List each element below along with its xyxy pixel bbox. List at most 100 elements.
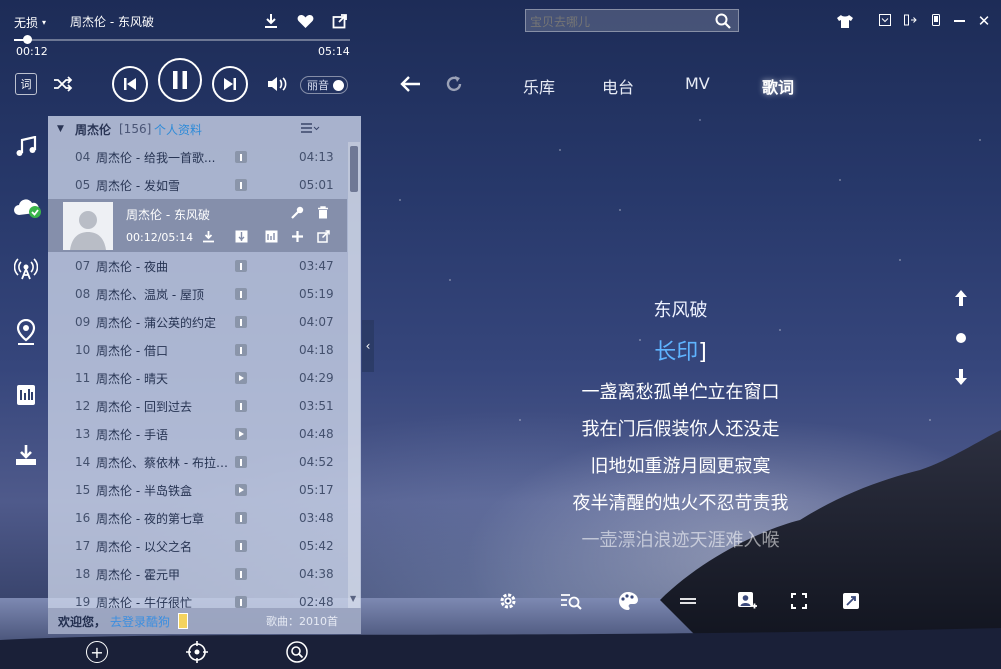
lyric-line-5: 一壶漂泊浪迹天涯难入喉	[581, 530, 780, 551]
track-number: 04	[75, 150, 91, 164]
shuffle-icon[interactable]	[52, 75, 74, 93]
track-mv-download-icon[interactable]	[235, 260, 247, 272]
user-level-icon	[178, 613, 188, 629]
track-mv-download-icon[interactable]	[235, 568, 247, 580]
next-track-button[interactable]	[212, 66, 248, 102]
tab-mv[interactable]: MV	[685, 74, 710, 93]
track-title: 周杰伦 - 给我一首歌...	[96, 150, 216, 165]
lyric-color-palette-icon[interactable]	[615, 588, 641, 614]
track-mv-icon[interactable]	[234, 229, 248, 243]
scrollbar-thumb[interactable]	[350, 146, 358, 192]
playlist-status[interactable]: 个人资料	[154, 121, 202, 138]
track-number: 14	[75, 455, 91, 469]
sidebar-location-pin-icon[interactable]	[12, 318, 40, 346]
track-number: 09	[75, 315, 91, 329]
track-download-icon[interactable]	[201, 229, 215, 243]
lyric-fullscreen-icon[interactable]	[786, 588, 812, 614]
track-number: 19	[75, 595, 91, 609]
search-input[interactable]	[528, 11, 712, 32]
collapse-triangle-icon[interactable]: ▼	[57, 124, 64, 134]
lyric-offset-up-icon[interactable]	[952, 288, 970, 308]
playlist-options-icon[interactable]	[300, 122, 320, 136]
lyric-line-2: 我在门后假装你人还没走	[581, 419, 780, 440]
lyric-desktop-mode-icon[interactable]	[838, 588, 864, 614]
track-number: 10	[75, 343, 91, 357]
track-row[interactable]: 05 周杰伦 - 发如雪 05:01	[48, 171, 360, 199]
tab-radio[interactable]: 电台	[602, 74, 634, 98]
playlist-count: [156]	[119, 122, 152, 136]
search-icon[interactable]	[714, 12, 732, 30]
ambient-sound-toggle[interactable]: 丽音	[300, 76, 348, 94]
add-plus-icon[interactable]	[290, 229, 304, 243]
skin-tshirt-icon[interactable]	[836, 13, 854, 29]
track-title: 周杰伦 - 霍元甲	[96, 567, 180, 582]
lyric-portrait-icon[interactable]	[734, 588, 760, 614]
sidebar-karaoke-icon[interactable]	[12, 381, 40, 409]
sidebar-music-note-icon[interactable]	[12, 133, 40, 161]
favorite-heart-icon[interactable]	[296, 12, 314, 30]
add-playlist-icon[interactable]: +	[86, 641, 108, 663]
sidebar-radio-broadcast-icon[interactable]	[12, 255, 40, 283]
microphone-icon[interactable]	[290, 205, 304, 219]
sidebar-cloud-sync-icon[interactable]	[12, 194, 44, 222]
current-track-time: 00:12/05:14	[126, 231, 194, 244]
lyrics-toggle-button[interactable]: 词	[15, 73, 37, 95]
track-row[interactable]: 19 周杰伦 - 牛仔很忙 02:48	[48, 588, 360, 609]
progress-track[interactable]	[14, 39, 350, 41]
progress-handle[interactable]	[23, 35, 33, 44]
lyric-current-line: 长印]	[180, 334, 1001, 366]
delete-trash-icon[interactable]	[316, 205, 330, 219]
track-number: 17	[75, 539, 91, 553]
menu-icon[interactable]	[878, 13, 892, 27]
artist-avatar	[63, 202, 113, 250]
track-duration: 04:13	[299, 150, 334, 164]
refresh-icon[interactable]	[442, 72, 466, 96]
lyric-offset-down-icon[interactable]	[952, 367, 970, 387]
lyric-settings-gear-icon[interactable]	[495, 588, 521, 614]
track-row[interactable]: 18 周杰伦 - 霍元甲 04:38	[48, 560, 360, 588]
lyric-cursor: ]	[698, 340, 707, 365]
pause-button[interactable]	[158, 58, 202, 102]
phone-icon[interactable]	[930, 13, 942, 27]
track-number: 13	[75, 427, 91, 441]
track-row[interactable]: 07 周杰伦 - 夜曲 03:47	[48, 252, 360, 280]
track-number: 11	[75, 371, 91, 385]
login-link[interactable]: 去登录酷狗	[110, 613, 170, 630]
playlist-panel: ▼ 周杰伦 [156] 个人资料 04 周杰伦 - 给我一首歌... 04:13 05…	[48, 116, 361, 634]
track-mv-download-icon[interactable]	[235, 596, 247, 608]
track-number: 08	[75, 287, 91, 301]
share-icon[interactable]	[331, 12, 349, 30]
playlist-search-icon[interactable]	[286, 641, 308, 663]
previous-track-button[interactable]	[112, 66, 148, 102]
now-playing-title: 周杰伦 - 东风破	[70, 15, 154, 29]
lyric-single-line-icon[interactable]	[675, 588, 701, 614]
tab-lyrics[interactable]: 歌词	[762, 74, 794, 98]
track-number: 18	[75, 567, 91, 581]
track-karaoke-icon[interactable]	[264, 229, 278, 243]
playlist-name: 周杰伦	[75, 122, 112, 137]
tab-music-library[interactable]: 乐库	[523, 74, 555, 98]
lyric-offset-reset-icon[interactable]	[955, 332, 967, 344]
track-mv-download-icon[interactable]	[235, 151, 247, 163]
scroll-down-arrow-icon[interactable]: ▼	[350, 594, 356, 603]
back-arrow-icon[interactable]	[398, 72, 422, 96]
download-icon[interactable]	[262, 12, 280, 30]
track-mv-download-icon[interactable]	[235, 179, 247, 191]
track-title: 周杰伦 - 牛仔很忙	[96, 595, 192, 610]
track-number: 12	[75, 399, 91, 413]
lyric-search-icon[interactable]	[558, 588, 584, 614]
mini-mode-icon[interactable]	[903, 13, 917, 27]
track-row[interactable]: 04 周杰伦 - 给我一首歌... 04:13	[48, 143, 360, 171]
volume-icon[interactable]	[266, 75, 290, 93]
current-track-card[interactable]: 周杰伦 - 东风破 00:12/05:14	[48, 199, 347, 252]
welcome-text: 欢迎您，	[58, 614, 107, 629]
track-share-icon[interactable]	[316, 229, 330, 243]
playlist-header[interactable]: ▼ 周杰伦 [156] 个人资料	[48, 116, 361, 142]
close-icon[interactable]: ✕	[976, 12, 992, 30]
quality-dropdown[interactable]: 无损 ▾	[14, 12, 46, 32]
locate-crosshair-icon[interactable]	[186, 641, 208, 663]
chevron-down-icon: ▾	[42, 17, 47, 27]
total-time: 05:14	[318, 45, 350, 58]
minimize-icon[interactable]	[952, 18, 966, 24]
sidebar-download-icon[interactable]	[12, 441, 40, 469]
